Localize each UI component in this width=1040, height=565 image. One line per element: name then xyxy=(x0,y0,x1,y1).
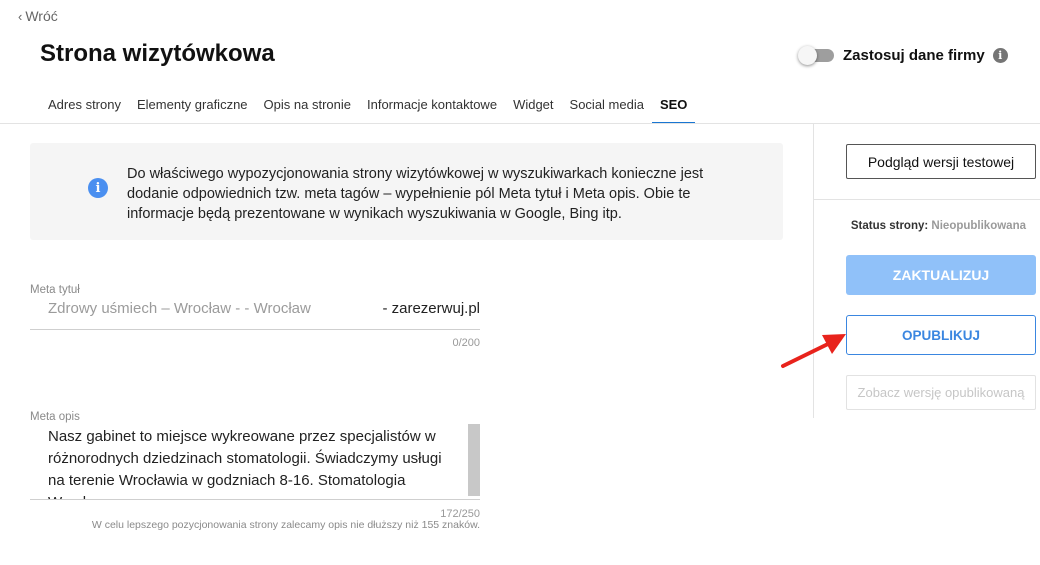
sidebar-section-divider xyxy=(813,199,1040,200)
tab-social-media[interactable]: Social media xyxy=(562,88,652,124)
page-status: Status strony: Nieopublikowana xyxy=(846,220,1026,232)
meta-desc-hint: W celu lepszego pozycjonowania strony za… xyxy=(91,519,480,531)
company-data-toggle[interactable] xyxy=(798,46,834,65)
tab-bar: Adres strony Elementy graficzne Opis na … xyxy=(40,88,696,124)
tab-contact-info[interactable]: Informacje kontaktowe xyxy=(359,88,505,124)
page-title: Strona wizytówkowa xyxy=(40,40,275,67)
seo-info-notice: i Do właściwego wypozycjonowania strony … xyxy=(30,143,783,240)
company-data-toggle-group: Zastosuj dane firmy i xyxy=(798,46,1008,65)
tab-address[interactable]: Adres strony xyxy=(40,88,129,124)
status-label: Status strony: xyxy=(850,220,929,232)
info-icon[interactable]: i xyxy=(992,47,1008,63)
back-label: Wróć xyxy=(25,8,58,24)
meta-desc-value: Nasz gabinet to miejsce wykreowane przez… xyxy=(48,428,442,499)
meta-title-value: Zdrowy uśmiech – Wrocław - - Wrocław xyxy=(48,300,311,317)
publish-button[interactable]: OPUBLIKUJ xyxy=(846,315,1036,355)
meta-desc-textarea[interactable]: Nasz gabinet to miejsce wykreowane przez… xyxy=(30,422,480,500)
preview-test-button[interactable]: Podgląd wersji testowej xyxy=(846,144,1036,179)
status-value: Nieopublikowana xyxy=(931,220,1026,232)
toggle-knob xyxy=(798,46,817,65)
meta-title-suffix: - zarezerwuj.pl xyxy=(382,300,480,317)
tabs-divider xyxy=(0,123,1040,124)
chevron-left-icon: ‹ xyxy=(18,8,23,24)
meta-title-input[interactable]: Zdrowy uśmiech – Wrocław - - Wrocław - z… xyxy=(30,296,480,330)
meta-desc-scrollbar[interactable] xyxy=(468,424,480,496)
update-button[interactable]: ZAKTUALIZUJ xyxy=(846,255,1036,295)
back-link[interactable]: ‹ Wróć xyxy=(18,8,58,24)
tab-seo[interactable]: SEO xyxy=(651,88,696,124)
tab-widget[interactable]: Widget xyxy=(505,88,561,124)
meta-title-counter: 0/200 xyxy=(452,337,480,349)
info-circle-icon: i xyxy=(88,178,108,198)
company-data-toggle-label: Zastosuj dane firmy xyxy=(843,46,985,64)
tab-description[interactable]: Opis na stronie xyxy=(256,88,359,124)
view-published-button[interactable]: Zobacz wersję opublikowaną xyxy=(846,375,1036,410)
sidebar-divider xyxy=(813,124,814,418)
tab-graphics[interactable]: Elementy graficzne xyxy=(129,88,256,124)
red-arrow-icon xyxy=(781,334,846,368)
meta-title-label: Meta tytuł xyxy=(30,284,80,296)
notice-text: Do właściwego wypozycjonowania strony wi… xyxy=(127,166,704,222)
